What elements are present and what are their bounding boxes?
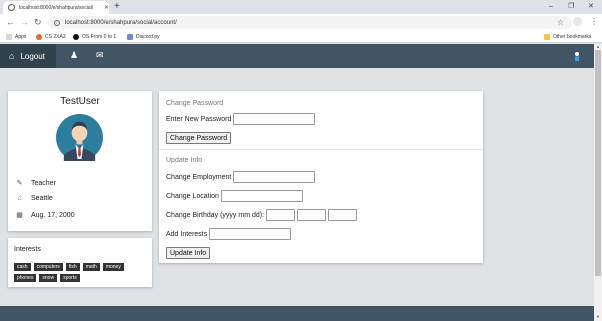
interest-tag: fish [65,263,80,271]
tab-title: localhost:8000/e/shahpura/social/ [19,4,94,11]
interests-card: Interests cash computers fish math money… [8,238,152,287]
reload-icon[interactable]: ↻ [34,16,42,29]
envelope-icon[interactable]: ✉ [96,50,104,61]
logout-label: Logout [20,51,45,61]
birthday-value: Aug. 17, 2000 [31,211,75,219]
scrollbar-thumb[interactable] [595,50,601,276]
bookmark-os-from-0-to-1[interactable]: OS From 0 to 1 [73,32,116,42]
interest-tag: phones [14,274,37,282]
update-info-button[interactable]: Update Info [166,247,211,259]
avatar [56,114,103,161]
discord-icon [127,34,133,40]
interest-tag: math [82,263,100,271]
bookmark-label: Other bookmarks [553,34,592,40]
url-text: localhost:8000/e/shahpura/social/account… [65,19,177,26]
browser-toolbar: ← → ↻ i localhost:8000/e/shahpura/social… [0,14,602,31]
bookmark-apps[interactable]: Apps [6,32,26,42]
interest-tag: snow [39,274,58,282]
globe-icon [8,4,15,11]
profile-birthday: ▦ Aug. 17, 2000 [16,211,75,220]
employment-label: Change Employment [166,173,232,181]
bookmark-label: Discord.py [136,34,160,40]
pencil-icon: ✎ [16,180,23,187]
change-password-button[interactable]: Change Password [166,132,232,144]
employment-value: Teacher [31,179,56,187]
apps-icon [6,34,12,40]
home-icon: ⌂ [17,195,22,202]
github-icon [73,34,79,40]
browser-profile-icon[interactable] [573,17,582,26]
minimize-icon[interactable]: – [549,1,553,13]
site-navbar: ⌂ Logout ♟ ✉ [0,44,594,68]
user-status-icon[interactable] [574,52,580,61]
bookmark-cs2xa3[interactable]: CS 2XA3 [36,32,66,42]
birthday-row: Change Birthday (yyyy mm dd): [166,209,358,221]
interest-tag: sports [60,274,80,282]
back-icon[interactable]: ← [6,16,15,29]
interest-tags: cash computers fish math money phones sn… [14,263,146,282]
bookmark-discord-py[interactable]: Discord.py [127,32,160,42]
scroll-up-icon[interactable]: ▲ [596,45,600,49]
update-info-heading: Update Info [166,157,203,164]
employment-row: Change Employment [166,171,316,183]
birthday-month-input[interactable] [297,209,327,221]
account-form-card: Change Password Enter New Password Chang… [159,91,483,263]
location-row: Change Location [166,190,303,202]
section-divider [159,149,483,150]
add-interests-label: Add Interests [166,230,208,238]
page-scrollbar[interactable]: ▲ ▼ [594,44,602,321]
profile-username: TestUser [60,96,100,107]
location-label: Change Location [166,192,219,200]
forward-icon[interactable]: → [20,16,29,29]
birthday-day-input[interactable] [328,209,358,221]
close-tab-icon[interactable]: ✕ [104,4,109,11]
interests-row: Add Interests [166,228,292,240]
bookmark-star-icon[interactable]: ☆ [557,16,564,29]
maximize-icon[interactable]: ❐ [568,1,574,13]
new-password-row: Enter New Password [166,113,316,125]
profile-location: ⌂ Seattle [16,195,53,202]
folder-icon [544,34,550,40]
scroll-down-icon[interactable]: ▼ [596,315,600,319]
browser-menu-icon[interactable]: ⋮ [590,15,598,29]
change-password-heading: Change Password [166,100,224,107]
new-password-input[interactable] [233,113,316,125]
location-value: Seattle [31,195,53,202]
info-icon[interactable]: i [54,19,60,26]
location-input[interactable] [220,190,303,202]
calendar-icon: ▦ [16,212,23,219]
profile-card: TestUser ✎ Teacher ⌂ Seattle ▦ Aug. 17, … [8,91,152,231]
window-close-icon[interactable]: ✕ [588,1,594,13]
profile-employment: ✎ Teacher [16,179,56,188]
new-tab-button[interactable]: + [114,1,120,13]
cs-logo-icon [36,34,42,40]
interests-title: Interests [14,246,41,253]
logout-button[interactable]: ⌂ Logout [0,44,56,68]
bookmarks-bar: Apps CS 2XA3 OS From 0 to 1 Discord.py O… [0,31,602,43]
bookmark-label: CS 2XA3 [45,34,66,40]
bookmark-label: Apps [15,34,27,40]
interest-tag: cash [14,263,31,271]
employment-input[interactable] [233,171,316,183]
bookmark-label: OS From 0 to 1 [82,34,117,40]
address-bar[interactable]: i localhost:8000/e/shahpura/social/accou… [48,16,572,29]
person-icon[interactable]: ♟ [70,50,78,61]
home-icon: ⌂ [9,51,15,61]
new-password-label: Enter New Password [166,115,232,123]
browser-tab[interactable]: localhost:8000/e/shahpura/social/ ✕ [3,1,109,14]
browser-tab-strip: localhost:8000/e/shahpura/social/ ✕ + – … [0,0,602,14]
bookmark-other[interactable]: Other bookmarks [544,32,591,42]
interest-tag: computers [33,263,63,271]
birthday-year-input[interactable] [266,209,296,221]
interest-tag: money [102,263,124,271]
add-interests-input[interactable] [209,228,292,240]
birthday-label: Change Birthday (yyyy mm dd): [166,211,265,219]
site-footer [0,306,594,321]
